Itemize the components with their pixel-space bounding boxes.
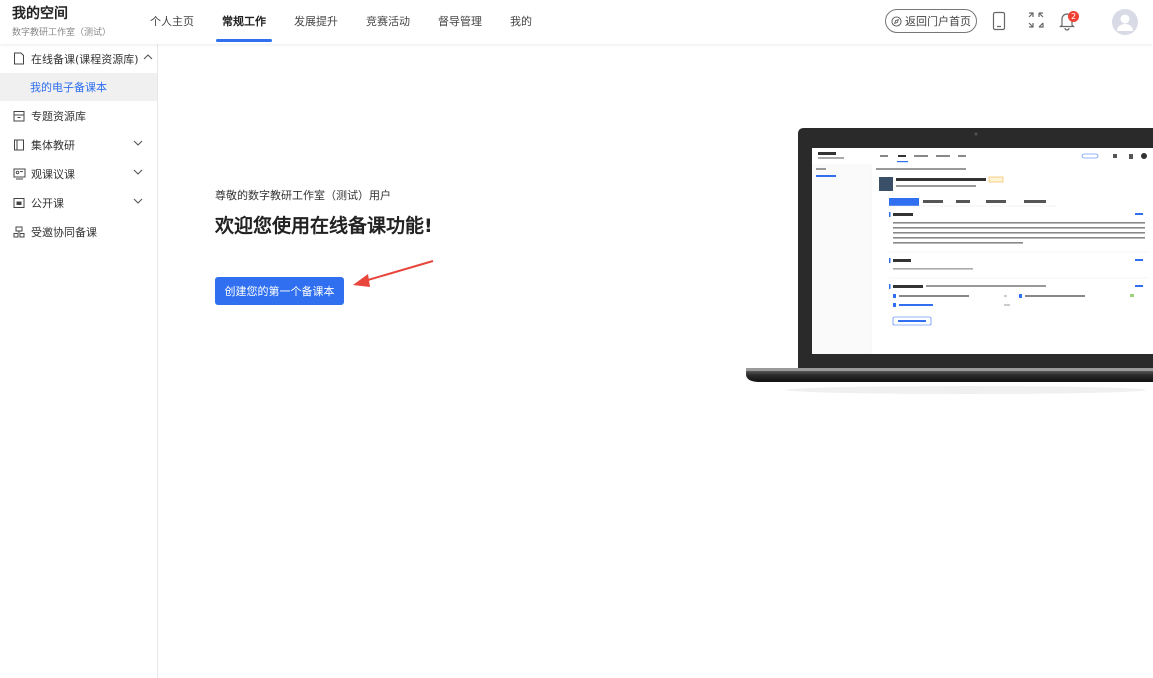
sidebar-item-label: 公开课: [31, 196, 64, 210]
brand[interactable]: 我的空间 数字教研工作室（测试）: [12, 6, 111, 38]
brand-title: 我的空间: [12, 6, 68, 22]
tablet-icon[interactable]: [992, 11, 1006, 31]
sidebar-item-open-class[interactable]: 公开课: [0, 188, 157, 217]
chevron-up-icon[interactable]: [143, 53, 153, 61]
return-portal-label: 返回门户首页: [905, 15, 971, 28]
laptop-illustration: [746, 128, 1153, 394]
chevron-down-icon[interactable]: [133, 197, 143, 205]
observe-icon: [12, 167, 26, 181]
create-first-lesson-book-button[interactable]: 创建您的第一个备课本: [215, 277, 344, 305]
compass-icon: [891, 15, 902, 27]
sidebar-item-label: 专题资源库: [31, 109, 86, 123]
sidebar-item-group-research[interactable]: 集体教研: [0, 130, 157, 159]
chevron-down-icon[interactable]: [133, 139, 143, 147]
sidebar-item-label: 集体教研: [31, 138, 75, 152]
fullscreen-icon[interactable]: [1027, 11, 1045, 29]
screen-icon: [12, 196, 26, 210]
nav-item-development[interactable]: 发展提升: [294, 0, 338, 44]
sidebar-item-label: 观课议课: [31, 167, 75, 181]
notification-badge: 2: [1068, 11, 1079, 22]
book-icon: [12, 138, 26, 152]
nav-item-competition[interactable]: 竞赛活动: [366, 0, 410, 44]
main-content: 尊敬的数字教研工作室（测试）用户 欢迎您使用在线备课功能! 创建您的第一个备课本: [159, 44, 1153, 678]
nav-item-supervision[interactable]: 督导管理: [438, 0, 482, 44]
top-header: 我的空间 数字教研工作室（测试） 个人主页 常规工作 发展提升 竞赛活动 督导管…: [0, 0, 1153, 44]
document-icon: [12, 52, 26, 66]
chevron-down-icon[interactable]: [133, 168, 143, 176]
nav-item-routine-work[interactable]: 常规工作: [216, 0, 272, 44]
sidebar-item-label: 在线备课(课程资源库): [31, 52, 139, 66]
welcome-title: 欢迎您使用在线备课功能!: [215, 215, 433, 237]
sidebar: 在线备课(课程资源库) 我的电子备课本 专题资源库 集体教研 观课议课 公开课 …: [0, 44, 158, 678]
greeting-text: 尊敬的数字教研工作室（测试）用户: [215, 189, 391, 202]
sidebar-item-topic-library[interactable]: 专题资源库: [0, 101, 157, 130]
sidebar-item-label: 受邀协同备课: [31, 225, 97, 239]
return-portal-button[interactable]: 返回门户首页: [885, 9, 977, 33]
archive-icon: [12, 109, 26, 123]
sidebar-item-class-observation[interactable]: 观课议课: [0, 159, 157, 188]
collab-icon: [12, 225, 26, 239]
top-nav: 个人主页 常规工作 发展提升 竞赛活动 督导管理 我的: [150, 0, 560, 44]
user-avatar-icon: [1117, 14, 1133, 31]
sidebar-subitem-my-lesson-book[interactable]: 我的电子备课本: [0, 73, 157, 101]
nav-item-mine[interactable]: 我的: [510, 0, 532, 44]
sidebar-item-online-prep[interactable]: 在线备课(课程资源库): [0, 44, 157, 73]
sidebar-item-invited-collab[interactable]: 受邀协同备课: [0, 217, 157, 246]
red-arrow-icon: [353, 260, 434, 287]
avatar[interactable]: [1112, 9, 1138, 35]
nav-item-home[interactable]: 个人主页: [150, 0, 194, 44]
brand-subtitle: 数字教研工作室（测试）: [12, 28, 112, 38]
